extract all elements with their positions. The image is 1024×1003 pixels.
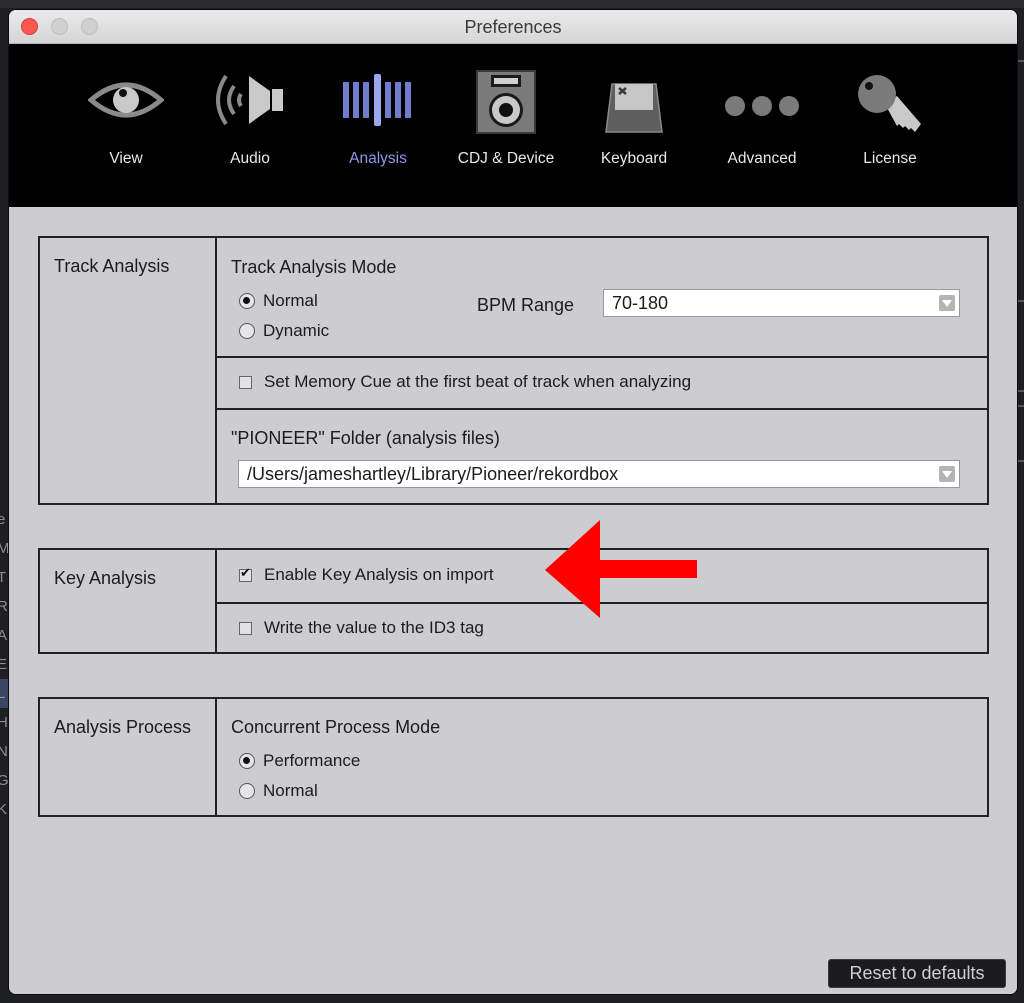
waveform-bars-icon — [343, 74, 411, 126]
pioneer-folder-path: /Users/jameshartley/Library/Pioneer/reko… — [247, 464, 619, 484]
memory-cue-label: Set Memory Cue at the first beat of trac… — [264, 372, 692, 391]
write-id3-label: Write the value to the ID3 tag — [264, 618, 484, 637]
write-id3-checkbox[interactable]: Write the value to the ID3 tag — [239, 617, 484, 639]
tab-audio[interactable]: Audio — [185, 44, 315, 207]
analysis-process-group: Analysis Process Concurrent Process Mode… — [38, 697, 989, 817]
analysis-process-body: Concurrent Process Mode Performance Norm… — [217, 699, 987, 815]
process-performance-radio[interactable]: Performance — [239, 750, 360, 772]
pioneer-folder-title: "PIONEER" Folder (analysis files) — [231, 428, 500, 448]
eye-icon — [88, 82, 164, 118]
bpm-range-label: BPM Range — [477, 295, 575, 315]
key-analysis-body: Enable Key Analysis on import Write the … — [217, 550, 987, 652]
mode-normal-label: Normal — [263, 291, 318, 310]
track-analysis-mode-title: Track Analysis Mode — [231, 257, 397, 277]
key-analysis-label: Key Analysis — [40, 550, 217, 652]
chevron-down-icon — [939, 466, 955, 482]
process-performance-label: Performance — [263, 751, 361, 770]
tab-audio-label: Audio — [230, 150, 270, 167]
preferences-content: Track Analysis Track Analysis Mode Norma… — [9, 207, 1017, 994]
checkbox-unchecked — [239, 621, 252, 635]
track-analysis-label: Track Analysis — [40, 238, 217, 503]
track-analysis-group: Track Analysis Track Analysis Mode Norma… — [38, 236, 989, 505]
background-app-topbar — [0, 0, 1024, 8]
key-analysis-group: Key Analysis Enable Key Analysis on impo… — [38, 548, 989, 654]
tab-keyboard-label: Keyboard — [600, 150, 668, 167]
tab-license[interactable]: License — [825, 44, 955, 207]
background-line — [1016, 300, 1024, 302]
checkbox-unchecked — [239, 375, 252, 389]
radio-unselected-indicator — [239, 323, 255, 339]
chevron-down-icon — [939, 295, 955, 311]
tab-advanced[interactable]: Advanced — [697, 44, 827, 207]
tab-advanced-label: Advanced — [727, 150, 797, 167]
cdj-device-icon — [476, 70, 536, 134]
background-line — [1016, 390, 1024, 392]
background-line — [1016, 460, 1024, 462]
title-bar: Preferences — [9, 10, 1017, 44]
radio-selected-indicator — [239, 293, 255, 309]
track-analysis-mode-row: Track Analysis Mode Normal Dynamic BPM R… — [217, 238, 987, 356]
background-line — [1016, 60, 1024, 62]
tab-cdj-device-label: CDJ & Device — [457, 150, 555, 167]
key-icon — [858, 75, 921, 132]
speaker-icon — [216, 74, 283, 126]
process-normal-radio[interactable]: Normal — [239, 780, 318, 802]
tab-cdj-device[interactable]: CDJ & Device — [441, 44, 571, 207]
enable-key-analysis-label: Enable Key Analysis on import — [264, 565, 494, 584]
mode-normal-radio[interactable]: Normal — [239, 290, 318, 312]
radio-unselected-indicator — [239, 783, 255, 799]
memory-cue-checkbox[interactable]: Set Memory Cue at the first beat of trac… — [239, 371, 691, 393]
ellipsis-icon — [725, 96, 799, 116]
tab-license-label: License — [863, 150, 917, 167]
pioneer-folder-dropdown[interactable]: /Users/jameshartley/Library/Pioneer/reko… — [238, 460, 960, 488]
tab-view-label: View — [109, 150, 143, 167]
write-id3-row: Write the value to the ID3 tag — [217, 602, 987, 652]
enable-key-analysis-checkbox[interactable]: Enable Key Analysis on import — [239, 564, 494, 586]
radio-selected-indicator — [239, 753, 255, 769]
concurrent-process-title: Concurrent Process Mode — [231, 717, 441, 737]
mode-dynamic-radio[interactable]: Dynamic — [239, 320, 329, 342]
reset-to-defaults-button[interactable]: Reset to defaults — [828, 959, 1006, 988]
tab-keyboard[interactable]: Keyboard — [569, 44, 699, 207]
keyboard-key-icon — [605, 83, 663, 133]
preferences-window: Preferences View Audio Analysis CDJ & De… — [9, 10, 1017, 994]
tab-analysis-label: Analysis — [349, 150, 407, 167]
analysis-process-label: Analysis Process — [40, 699, 217, 815]
background-line — [1016, 405, 1024, 407]
bpm-range-value: 70-180 — [612, 293, 669, 313]
memory-cue-row: Set Memory Cue at the first beat of trac… — [217, 356, 987, 408]
mode-dynamic-label: Dynamic — [263, 321, 330, 340]
track-analysis-body: Track Analysis Mode Normal Dynamic BPM R… — [217, 238, 987, 503]
window-title: Preferences — [464, 17, 562, 37]
bpm-range-dropdown[interactable]: 70-180 — [603, 289, 960, 317]
enable-key-analysis-row: Enable Key Analysis on import — [217, 550, 987, 602]
background-app-right-edge — [1016, 60, 1024, 960]
tab-analysis[interactable]: Analysis — [313, 44, 443, 207]
process-normal-label: Normal — [263, 781, 318, 800]
checkbox-checked — [239, 566, 252, 582]
pioneer-folder-row: "PIONEER" Folder (analysis files) /Users… — [217, 408, 987, 503]
tab-view[interactable]: View — [61, 44, 191, 207]
preferences-toolbar: View Audio Analysis CDJ & Device Keyboar… — [9, 44, 1017, 207]
